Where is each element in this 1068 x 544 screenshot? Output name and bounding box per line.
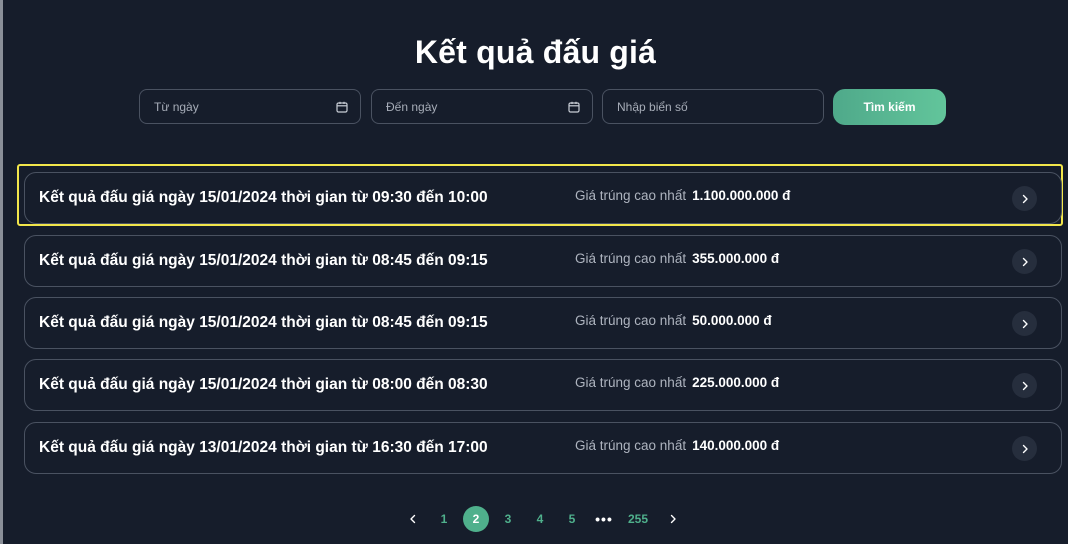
price-label: Giá trúng cao nhất	[575, 188, 687, 203]
chevron-right-icon	[1022, 444, 1028, 453]
result-price: Giá trúng cao nhất 50.000.000 đ	[575, 313, 772, 328]
open-result-button[interactable]	[1012, 311, 1037, 336]
pagination: 1 2 3 4 5 ••• 255	[396, 506, 696, 532]
price-value: 355.000.000 đ	[692, 251, 780, 266]
chevron-right-icon	[670, 514, 676, 524]
chevron-left-icon	[410, 514, 416, 524]
price-label: Giá trúng cao nhất	[575, 313, 687, 328]
result-title: Kết quả đấu giá ngày 13/01/2024 thời gia…	[39, 439, 488, 456]
result-title: Kết quả đấu giá ngày 15/01/2024 thời gia…	[39, 376, 488, 393]
result-price: Giá trúng cao nhất 355.000.000 đ	[575, 251, 779, 266]
price-label: Giá trúng cao nhất	[575, 375, 687, 390]
result-row[interactable]: Kết quả đấu giá ngày 13/01/2024 thời gia…	[24, 422, 1062, 474]
from-date-field[interactable]	[139, 89, 361, 124]
page: Kết quả đấu giá Tìm kiếm	[0, 0, 1068, 544]
price-label: Giá trúng cao nhất	[575, 438, 687, 453]
chevron-right-icon	[1022, 319, 1028, 328]
chevron-right-icon	[1022, 194, 1028, 203]
page-title: Kết quả đấu giá	[414, 34, 657, 70]
open-result-button[interactable]	[1012, 249, 1037, 274]
page-last-button[interactable]: 255	[625, 506, 651, 532]
page-1-button[interactable]: 1	[431, 506, 457, 532]
open-result-button[interactable]	[1012, 436, 1037, 461]
page-2-button[interactable]: 2	[463, 506, 489, 532]
plate-field[interactable]	[602, 89, 824, 124]
page-3-button[interactable]: 3	[495, 506, 521, 532]
result-title: Kết quả đấu giá ngày 15/01/2024 thời gia…	[39, 252, 488, 269]
plate-input[interactable]	[617, 99, 823, 114]
result-price: Giá trúng cao nhất 225.000.000 đ	[575, 375, 779, 390]
prev-page-button[interactable]	[400, 506, 426, 532]
price-value: 50.000.000 đ	[692, 313, 772, 328]
to-date-field[interactable]	[371, 89, 593, 124]
open-result-button[interactable]	[1012, 373, 1037, 398]
price-value: 225.000.000 đ	[692, 375, 780, 390]
calendar-icon[interactable]	[568, 101, 580, 113]
result-row[interactable]: Kết quả đấu giá ngày 15/01/2024 thời gia…	[24, 297, 1062, 349]
result-price: Giá trúng cao nhất 1.100.000.000 đ	[575, 188, 790, 203]
from-date-input[interactable]	[154, 99, 360, 114]
result-title: Kết quả đấu giá ngày 15/01/2024 thời gia…	[39, 314, 488, 331]
open-result-button[interactable]	[1012, 186, 1037, 211]
next-page-button[interactable]	[660, 506, 686, 532]
to-date-input[interactable]	[386, 99, 592, 114]
price-label: Giá trúng cao nhất	[575, 251, 687, 266]
pagination-ellipsis: •••	[595, 511, 613, 527]
result-price: Giá trúng cao nhất 140.000.000 đ	[575, 438, 779, 453]
search-button[interactable]: Tìm kiếm	[833, 89, 946, 125]
result-row[interactable]: Kết quả đấu giá ngày 15/01/2024 thời gia…	[24, 359, 1062, 411]
page-5-button[interactable]: 5	[559, 506, 585, 532]
page-4-button[interactable]: 4	[527, 506, 553, 532]
chevron-right-icon	[1022, 381, 1028, 390]
result-row[interactable]: Kết quả đấu giá ngày 15/01/2024 thời gia…	[24, 172, 1062, 224]
chevron-right-icon	[1022, 257, 1028, 266]
price-value: 1.100.000.000 đ	[692, 188, 791, 203]
result-row[interactable]: Kết quả đấu giá ngày 15/01/2024 thời gia…	[24, 235, 1062, 287]
price-value: 140.000.000 đ	[692, 438, 780, 453]
calendar-icon[interactable]	[336, 101, 348, 113]
result-title: Kết quả đấu giá ngày 15/01/2024 thời gia…	[39, 189, 488, 206]
